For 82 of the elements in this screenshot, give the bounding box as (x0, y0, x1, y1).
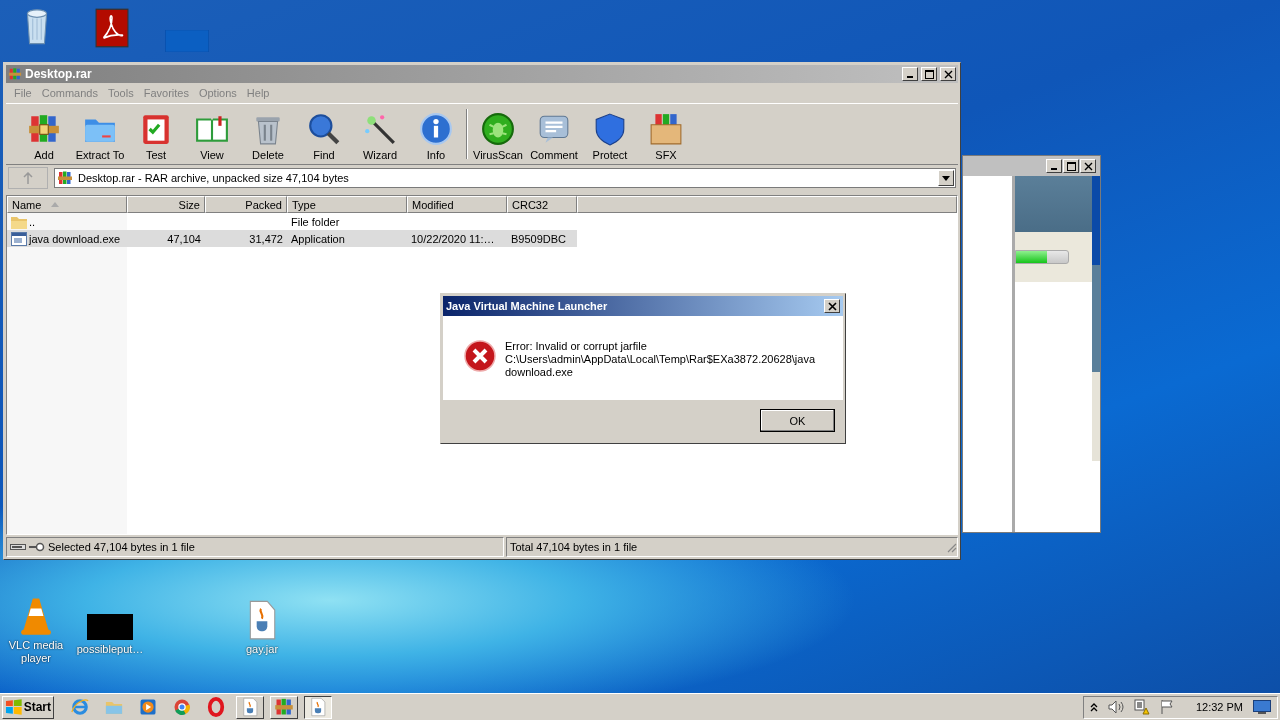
table-cell: Application (291, 232, 345, 245)
drive-icon (10, 543, 26, 551)
close-icon (827, 301, 837, 311)
window-title: Desktop.rar (25, 67, 92, 81)
close-button[interactable] (824, 299, 840, 313)
java-icon (240, 697, 260, 717)
maximize-button[interactable] (921, 67, 937, 81)
status-text: Total 47,104 bytes in 1 file (510, 541, 638, 553)
traffic-cone-icon[interactable] (19, 596, 53, 636)
key-icon (29, 542, 45, 552)
table-cell: 47,104 (167, 232, 201, 245)
chevron-up-icon[interactable] (1089, 702, 1098, 712)
browser-icon (172, 697, 192, 717)
column-header[interactable]: CRC32 (507, 196, 577, 213)
file-row[interactable]: .. File folder (7, 213, 577, 230)
dialog-title: Java Virtual Machine Launcher (446, 300, 609, 312)
maximize-button[interactable] (1063, 159, 1079, 173)
clock[interactable]: 12:32 PM (1195, 701, 1243, 713)
error-icon (464, 340, 496, 372)
maximize-icon (924, 69, 934, 79)
shield-icon (593, 112, 627, 146)
column-header[interactable]: Type (287, 196, 407, 213)
close-button[interactable] (1080, 159, 1096, 173)
resize-grip-icon[interactable] (946, 541, 957, 553)
table-cell: File folder (291, 215, 340, 228)
windows-logo-icon (5, 699, 23, 715)
play-icon (138, 697, 158, 717)
speaker-icon[interactable] (1107, 700, 1124, 714)
magnifier-icon (307, 112, 341, 146)
toolbar-button[interactable]: Find (296, 105, 352, 163)
table-cell: 10/22/2020 11:… (411, 232, 495, 245)
taskbar-button[interactable] (304, 695, 332, 719)
maximize-icon (1066, 161, 1076, 171)
toolbar-button[interactable]: Comment (526, 105, 582, 163)
start-button[interactable]: Start (2, 695, 54, 719)
books-icon (8, 67, 22, 81)
books-icon (57, 170, 73, 186)
column-header[interactable]: Modified (407, 196, 507, 213)
table-cell: 31,472 (249, 232, 283, 245)
status-text: Selected 47,104 bytes in 1 file (48, 541, 195, 553)
wand-icon (363, 112, 397, 146)
column-header[interactable]: Size (127, 196, 205, 213)
java-icon (308, 697, 328, 717)
books-icon (274, 697, 294, 717)
video-thumbnail-icon[interactable] (87, 614, 133, 640)
path-dropdown[interactable]: Desktop.rar - RAR archive, unpacked size 47,104 bytes (54, 168, 956, 188)
toolbar-button[interactable]: Test (128, 105, 184, 163)
show-desktop-icon[interactable] (1253, 700, 1271, 714)
toolbar-button[interactable]: Delete (240, 105, 296, 163)
file-row[interactable]: java download.exe 47,104 31,472 Application 10/22/2020 11:… B9509DBC (7, 230, 577, 247)
toolbar-button[interactable]: Extract To (72, 105, 128, 163)
table-cell: B9509DBC (511, 232, 567, 245)
toolbar-button[interactable]: Add (16, 105, 72, 163)
column-header[interactable]: Packed (205, 196, 287, 213)
close-icon (943, 69, 953, 79)
minimize-button[interactable] (1046, 159, 1062, 173)
network-icon[interactable] (1133, 699, 1150, 715)
opera-icon (206, 697, 226, 717)
toolbar-button[interactable]: SFX (638, 105, 694, 163)
box-icon (649, 112, 683, 146)
close-button[interactable] (940, 67, 956, 81)
up-arrow-icon (23, 172, 33, 184)
toolbar-button[interactable]: View (184, 105, 240, 163)
ok-button[interactable]: OK (760, 409, 835, 432)
browser-icon (70, 697, 90, 717)
toolbar-button[interactable]: Wizard (352, 105, 408, 163)
table-cell: .. (29, 215, 36, 228)
error-message: Error: Invalid or corrupt jarfile C:\Users\admin\AppData\Local\Temp\Rar$EXa3872.20628\java download.exe (505, 340, 815, 379)
minimize-button[interactable] (902, 67, 918, 81)
dropdown-arrow-icon (942, 175, 950, 181)
close-icon (1083, 161, 1093, 171)
program-icon (11, 231, 27, 246)
bug-icon (481, 112, 515, 146)
desktop-icon-label[interactable]: VLC media player (6, 639, 66, 665)
toolbar-button[interactable]: Info (408, 105, 464, 163)
flag-icon[interactable] (1159, 699, 1176, 715)
toolbar-button[interactable]: Protect (582, 105, 638, 163)
acrobat-icon[interactable] (95, 8, 129, 48)
column-header[interactable]: Name (7, 196, 127, 213)
info-icon (419, 112, 453, 146)
table-cell: java download.exe (29, 232, 121, 245)
toolbar-button[interactable]: VirusScan (470, 105, 526, 163)
